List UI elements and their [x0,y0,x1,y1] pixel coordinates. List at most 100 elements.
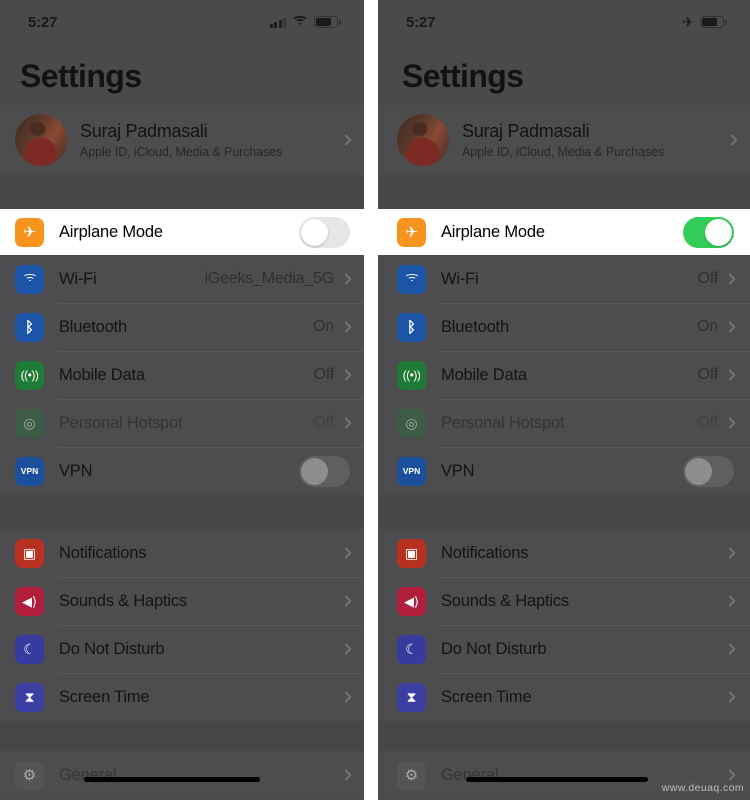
section-gap [0,495,364,529]
home-indicator [84,777,260,782]
chevron-right-icon [340,595,352,607]
chevron-right-icon [724,595,736,607]
chevron-right-icon [724,691,736,703]
chevron-right-icon [340,769,352,781]
chevron-right-icon [340,643,352,655]
row-general[interactable]: ⚙ General [0,751,364,799]
chevron-right-icon [724,547,736,559]
watermark: www.deuaq.com [661,782,744,794]
row-bluetooth[interactable]: ᛒ Bluetooth On [378,303,750,351]
connectivity-group: Wi-Fi iGeeks_Media_5G ᛒ Bluetooth On ((•… [0,255,364,495]
row-personal-hotspot[interactable]: ◎ Personal Hotspot Off [0,399,364,447]
profile-name: Suraj Padmasali [80,121,208,141]
row-do-not-disturb[interactable]: ☾ Do Not Disturb [378,625,750,673]
row-do-not-disturb[interactable]: ☾ Do Not Disturb [0,625,364,673]
section-gap [0,175,364,209]
home-indicator [466,777,648,782]
row-label: Personal Hotspot [59,413,183,432]
chevron-right-icon [340,134,352,146]
general-group: ⚙ General [0,751,364,799]
sounds-icon: ◀⟩ [15,586,44,616]
chevron-right-icon [340,691,352,703]
row-value: Off [313,366,335,383]
row-label: VPN [59,461,93,480]
panel-before-airplane-mode: 5:27 Settings Suraj Padmasali Apple ID, … [0,0,364,800]
status-bar-icons: ✈ [682,14,727,30]
row-value: On [313,318,334,335]
notifications-group: ▣ Notifications ◀⟩ Sounds & Haptics ☾ Do… [0,529,364,721]
row-value: Off [313,414,335,431]
airplane-icon: ✈ [397,217,426,247]
notifications-icon: ▣ [15,538,44,568]
row-label: VPN [441,461,475,480]
row-personal-hotspot[interactable]: ◎ Personal Hotspot Off [378,399,750,447]
row-notifications[interactable]: ▣ Notifications [0,529,364,577]
row-label: Notifications [441,543,529,562]
row-bluetooth[interactable]: ᛒ Bluetooth On [0,303,364,351]
row-screen-time[interactable]: ⧗ Screen Time [0,673,364,721]
row-value: Off [697,414,719,431]
section-gap [0,721,364,751]
airplane-mode-icon: ✈ [682,14,694,30]
row-wifi[interactable]: Wi-Fi iGeeks_Media_5G [0,255,364,303]
row-vpn[interactable]: VPN VPN [0,447,364,495]
status-bar-clock: 5:27 [406,13,436,31]
moon-icon: ☾ [397,634,426,664]
airplane-mode-toggle[interactable] [299,216,350,248]
apple-id-profile-row[interactable]: Suraj Padmasali Apple ID, iCloud, Media … [0,105,364,175]
profile-subtitle: Apple ID, iCloud, Media & Purchases [462,145,665,159]
chevron-right-icon [340,321,352,333]
vpn-toggle[interactable] [299,455,350,487]
row-notifications[interactable]: ▣ Notifications [378,529,750,577]
hourglass-icon: ⧗ [397,682,426,712]
row-label: Personal Hotspot [441,413,565,432]
row-value: Off [697,366,719,383]
vpn-icon: VPN [397,456,426,486]
status-bar: 5:27 [0,0,364,44]
profile-text: Suraj Padmasali Apple ID, iCloud, Media … [462,121,728,159]
row-sounds-haptics[interactable]: ◀⟩ Sounds & Haptics [378,577,750,625]
airplane-mode-highlight-band: ✈ Airplane Mode [0,209,364,255]
airplane-mode-highlight-band: ✈ Airplane Mode [378,209,750,255]
toggle-knob [301,218,328,246]
notifications-group: ▣ Notifications ◀⟩ Sounds & Haptics ☾ Do… [378,529,750,721]
row-label: Wi-Fi [441,269,479,288]
row-vpn[interactable]: VPN VPN [378,447,750,495]
chevron-right-icon [340,273,352,285]
row-label: Sounds & Haptics [441,591,569,610]
row-label: Mobile Data [59,365,145,384]
toggle-knob [301,457,328,485]
row-mobile-data[interactable]: ((•)) Mobile Data Off [0,351,364,399]
row-mobile-data[interactable]: ((•)) Mobile Data Off [378,351,750,399]
row-label: Notifications [59,543,147,562]
chevron-right-icon [724,369,736,381]
row-label: Bluetooth [441,317,509,336]
row-airplane-mode[interactable]: ✈ Airplane Mode [378,209,750,255]
vpn-toggle[interactable] [683,455,734,487]
cellular-icon: ((•)) [15,360,44,390]
hotspot-icon: ◎ [397,408,426,438]
section-gap [378,175,750,209]
moon-icon: ☾ [15,634,44,664]
wifi-icon [292,16,308,28]
comparison-screenshot: 5:27 Settings Suraj Padmasali Apple ID, … [0,0,750,800]
row-label: Bluetooth [59,317,127,336]
row-label: Airplane Mode [59,222,163,241]
chevron-right-icon [724,417,736,429]
airplane-mode-toggle[interactable] [683,216,734,248]
apple-id-profile-row[interactable]: Suraj Padmasali Apple ID, iCloud, Media … [378,105,750,175]
wifi-icon [15,264,44,294]
chevron-right-icon [340,547,352,559]
chevron-right-icon [340,417,352,429]
battery-icon [314,16,341,28]
row-sounds-haptics[interactable]: ◀⟩ Sounds & Haptics [0,577,364,625]
row-label: Do Not Disturb [59,639,165,658]
row-screen-time[interactable]: ⧗ Screen Time [378,673,750,721]
bluetooth-icon: ᛒ [15,312,44,342]
row-label: Screen Time [441,687,532,706]
row-label: Do Not Disturb [441,639,547,658]
row-label: Wi-Fi [59,269,97,288]
row-value: Off [697,270,719,287]
row-airplane-mode[interactable]: ✈ Airplane Mode [0,209,364,255]
row-wifi[interactable]: Wi-Fi Off [378,255,750,303]
